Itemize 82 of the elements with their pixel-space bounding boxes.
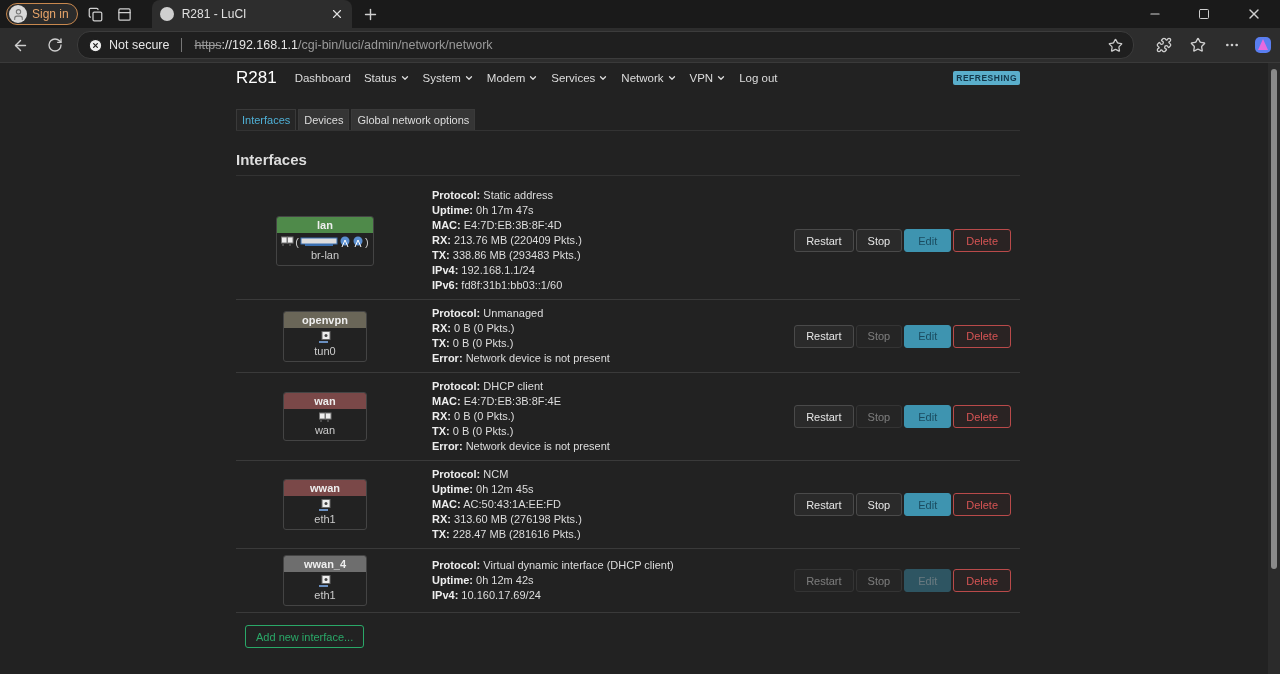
interface-name: wwan (284, 480, 366, 496)
tab[interactable]: Global network options (351, 109, 476, 130)
brand-title[interactable]: R281 (236, 68, 277, 88)
delete-button[interactable]: Delete (953, 569, 1011, 592)
status-line: Error: Network device is not present (432, 351, 611, 366)
device-name: eth1 (314, 589, 336, 601)
delete-button[interactable]: Delete (953, 324, 1011, 348)
url-text: https://192.168.1.1/cgi-bin/luci/admin/network/network (194, 38, 493, 52)
status-line: MAC: E4:7D:EB:3B:8F:4D (432, 218, 563, 233)
status-line: RX: 0 B (0 Pkts.) (432, 321, 516, 336)
status-line: TX: 0 B (0 Pkts.) (432, 336, 515, 351)
tab[interactable]: Interfaces (236, 109, 297, 130)
security-label: Not secure (109, 38, 170, 52)
wireless-icon (352, 235, 364, 248)
switch-icon (300, 235, 338, 248)
wireless-icon (339, 235, 351, 248)
site-icon (159, 7, 174, 21)
status-line: Protocol: Virtual dynamic interface (DHCP client) (432, 558, 675, 573)
tab[interactable]: Devices (298, 109, 350, 130)
nav-menu-item[interactable]: VPN (689, 72, 727, 84)
status-line: IPv6: fd8f:31b1:bb03::1/60 (432, 278, 564, 293)
status-line: Protocol: NCM (432, 467, 510, 482)
status-line: IPv4: 192.168.1.1/24 (432, 263, 536, 278)
action-button[interactable]: Restart (794, 229, 854, 252)
action-button[interactable]: Stop (855, 493, 903, 516)
avatar-icon (9, 5, 27, 23)
network-adapter-icon (319, 575, 331, 588)
browser-tab[interactable]: R281 - LuCI (151, 0, 352, 28)
nav-menu-item[interactable]: Modem (486, 72, 539, 84)
nav-menu-item[interactable]: Services (551, 72, 609, 84)
network-adapter-icon (319, 499, 331, 512)
network-port-icon (281, 236, 295, 247)
interface-name: lan (277, 216, 373, 233)
nav-menu-item[interactable]: Status (363, 72, 410, 84)
delete-button[interactable]: Delete (953, 229, 1011, 252)
status-line: Error: Network device is not present (432, 439, 611, 454)
status-line: Uptime: 0h 12m 45s (432, 482, 535, 497)
address-bar[interactable]: Not secure https://192.168.1.1/cgi-bin/luci/admin/network/network (77, 31, 1134, 59)
scrollbar[interactable] (1268, 63, 1280, 674)
nav-menu-item[interactable]: Dashboard (294, 72, 351, 84)
action-button[interactable]: Restart (794, 324, 854, 348)
sign-in-button[interactable]: Sign in (6, 3, 78, 25)
favorite-star-icon[interactable] (1108, 37, 1123, 53)
status-line: TX: 228.47 MB (281616 Pkts.) (432, 527, 582, 542)
device-name: tun0 (314, 344, 336, 357)
device-name: br-lan (310, 248, 340, 261)
status-line: Protocol: Unmanaged (432, 306, 545, 321)
bracket: ) (365, 235, 369, 248)
status-line: Uptime: 0h 12m 42s (432, 573, 535, 588)
assistant-logo-icon[interactable] (1254, 36, 1272, 54)
network-adapter-icon (319, 330, 331, 344)
device-name: eth1 (314, 513, 336, 525)
status-line: Protocol: Static address (432, 188, 555, 203)
status-line: MAC: AC:50:43:1A:EE:FD (432, 497, 562, 512)
status-line: Protocol: DHCP client (432, 379, 545, 394)
interface-name: openvpn (284, 311, 366, 328)
interface-name: wwan_4 (284, 556, 366, 572)
add-interface-button[interactable]: Add new interface... (245, 625, 365, 648)
bracket: ( (295, 235, 299, 248)
delete-button[interactable]: Delete (953, 405, 1011, 428)
section-heading: Interfaces (236, 151, 1020, 176)
action-button[interactable]: Stop (855, 229, 903, 252)
nav-menu-item[interactable]: Network (621, 72, 677, 84)
status-line: TX: 338.86 MB (293483 Pkts.) (432, 248, 582, 263)
status-badge: REFRESHING (953, 71, 1020, 85)
status-line: RX: 313.60 MB (276198 Pkts.) (432, 512, 583, 527)
status-line: IPv4: 10.160.17.69/24 (432, 588, 542, 603)
nav-menu-item[interactable]: System (422, 72, 474, 84)
nav-menu-item[interactable]: Log out (739, 72, 778, 84)
device-name: wan (314, 424, 336, 436)
status-line: MAC: E4:7D:EB:3B:8F:4E (432, 394, 562, 409)
interface-name: wan (284, 393, 366, 409)
tab-title: R281 - LuCI (181, 7, 247, 21)
action-button[interactable]: Restart (794, 405, 854, 428)
status-line: RX: 213.76 MB (220409 Pkts.) (432, 233, 583, 248)
status-line: RX: 0 B (0 Pkts.) (432, 409, 516, 424)
not-secure-icon (88, 37, 103, 53)
status-line: TX: 0 B (0 Pkts.) (432, 424, 515, 439)
network-port-icon (318, 412, 332, 423)
action-button[interactable]: Restart (794, 493, 854, 516)
status-line: Uptime: 0h 17m 47s (432, 203, 535, 218)
delete-button[interactable]: Delete (953, 493, 1011, 516)
